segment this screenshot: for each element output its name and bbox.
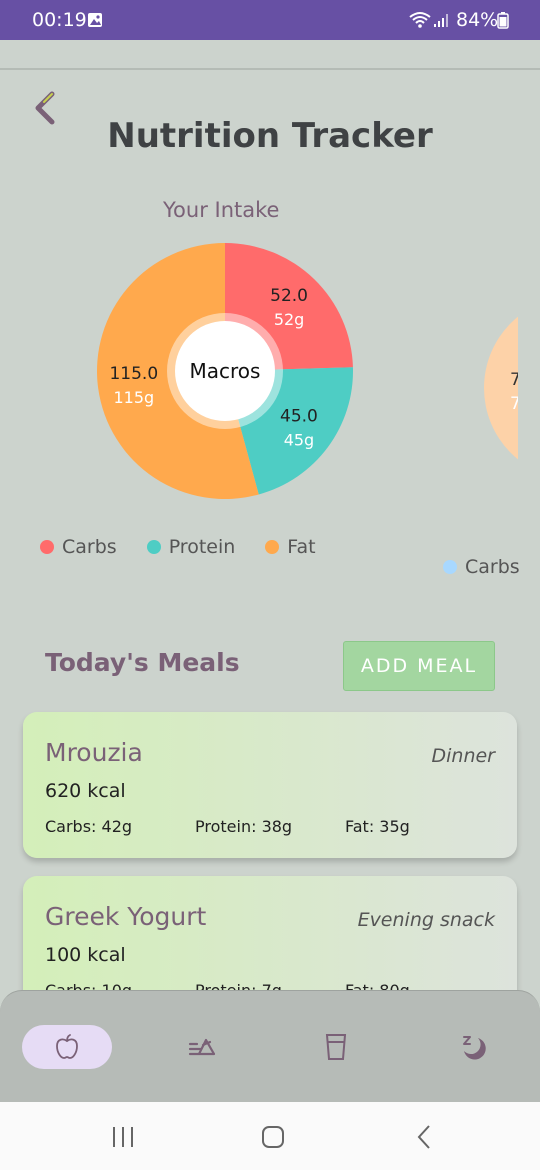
nav-item-sleep[interactable] [443,1025,503,1069]
legend-dot-carbs [40,540,54,554]
status-bar: 00:19 84% [0,0,540,40]
meal-carbs: Carbs: 42g [45,817,133,836]
water-glass-icon [325,1034,347,1060]
slice-value-label: 52.0 [270,286,308,306]
legend-dot-fat [265,540,280,554]
add-meal-button[interactable]: ADD MEAL [343,641,495,691]
battery-icon [497,12,509,29]
slice-gram-label: 52g [274,310,305,329]
apple-icon [56,1034,78,1059]
nav-item-nutrition[interactable] [22,1025,112,1069]
next-chart-value-label: 7 [510,370,518,390]
system-navigation [0,1102,540,1170]
legend-dot-protein [146,540,161,554]
legend-label: Carbs [465,556,520,578]
page-title: Nutrition Tracker [107,116,433,156]
next-chart-legend: Carbs [443,556,520,578]
recent-apps-icon[interactable] [108,1122,138,1152]
meal-fat: Fat: 35g [345,817,410,836]
battery-percentage: 84% [456,9,499,31]
legend-item-protein: Protein [146,536,236,558]
back-icon[interactable] [410,1122,440,1152]
meal-card[interactable]: Mrouzia Dinner 620 kcal Carbs: 42g Prote… [23,712,517,858]
meal-type: Evening snack [357,909,495,931]
gallery-icon [88,13,102,27]
legend-label: Carbs [62,536,117,558]
legend-item-carbs: Carbs [40,536,117,558]
nav-item-water[interactable] [306,1025,366,1069]
legend-label: Fat [287,536,316,558]
slice-value-label: 45.0 [280,407,318,427]
legend-item-fat: Fat [265,536,316,558]
signal-icon [434,14,448,27]
meal-name: Greek Yogurt [45,902,207,931]
meal-calories: 620 kcal [45,780,126,802]
meal-calories: 100 kcal [45,944,126,966]
legend-dot-next-carbs [443,560,457,574]
pie-center-label: Macros [190,359,261,383]
chart-legend: Carbs Protein Fat [40,536,346,558]
slice-value-label: 115.0 [109,364,158,384]
next-chart-peek[interactable]: 7 7 [484,296,518,480]
home-icon[interactable] [258,1122,288,1152]
sleep-moon-icon [463,1036,486,1060]
meal-name: Mrouzia [45,738,143,767]
legend-label: Protein [168,536,236,558]
meal-protein: Protein: 38g [195,817,293,836]
next-chart-gram-label: 7 [510,394,518,414]
macros-pie-chart[interactable]: 52.0 52g 45.0 45g 115.0 115g Macros [90,236,360,506]
meals-section-title: Today's Meals [45,648,240,677]
nav-item-fitness[interactable] [172,1025,232,1069]
fitness-icon [188,1038,216,1056]
slice-gram-label: 45g [284,431,315,450]
meal-type: Dinner [431,745,496,767]
bottom-navigation [0,990,540,1102]
slice-gram-label: 115g [113,388,154,407]
wifi-icon [409,12,431,28]
status-time: 00:19 [32,9,87,31]
header-divider [0,68,540,70]
chart-title: Your Intake [163,198,280,222]
